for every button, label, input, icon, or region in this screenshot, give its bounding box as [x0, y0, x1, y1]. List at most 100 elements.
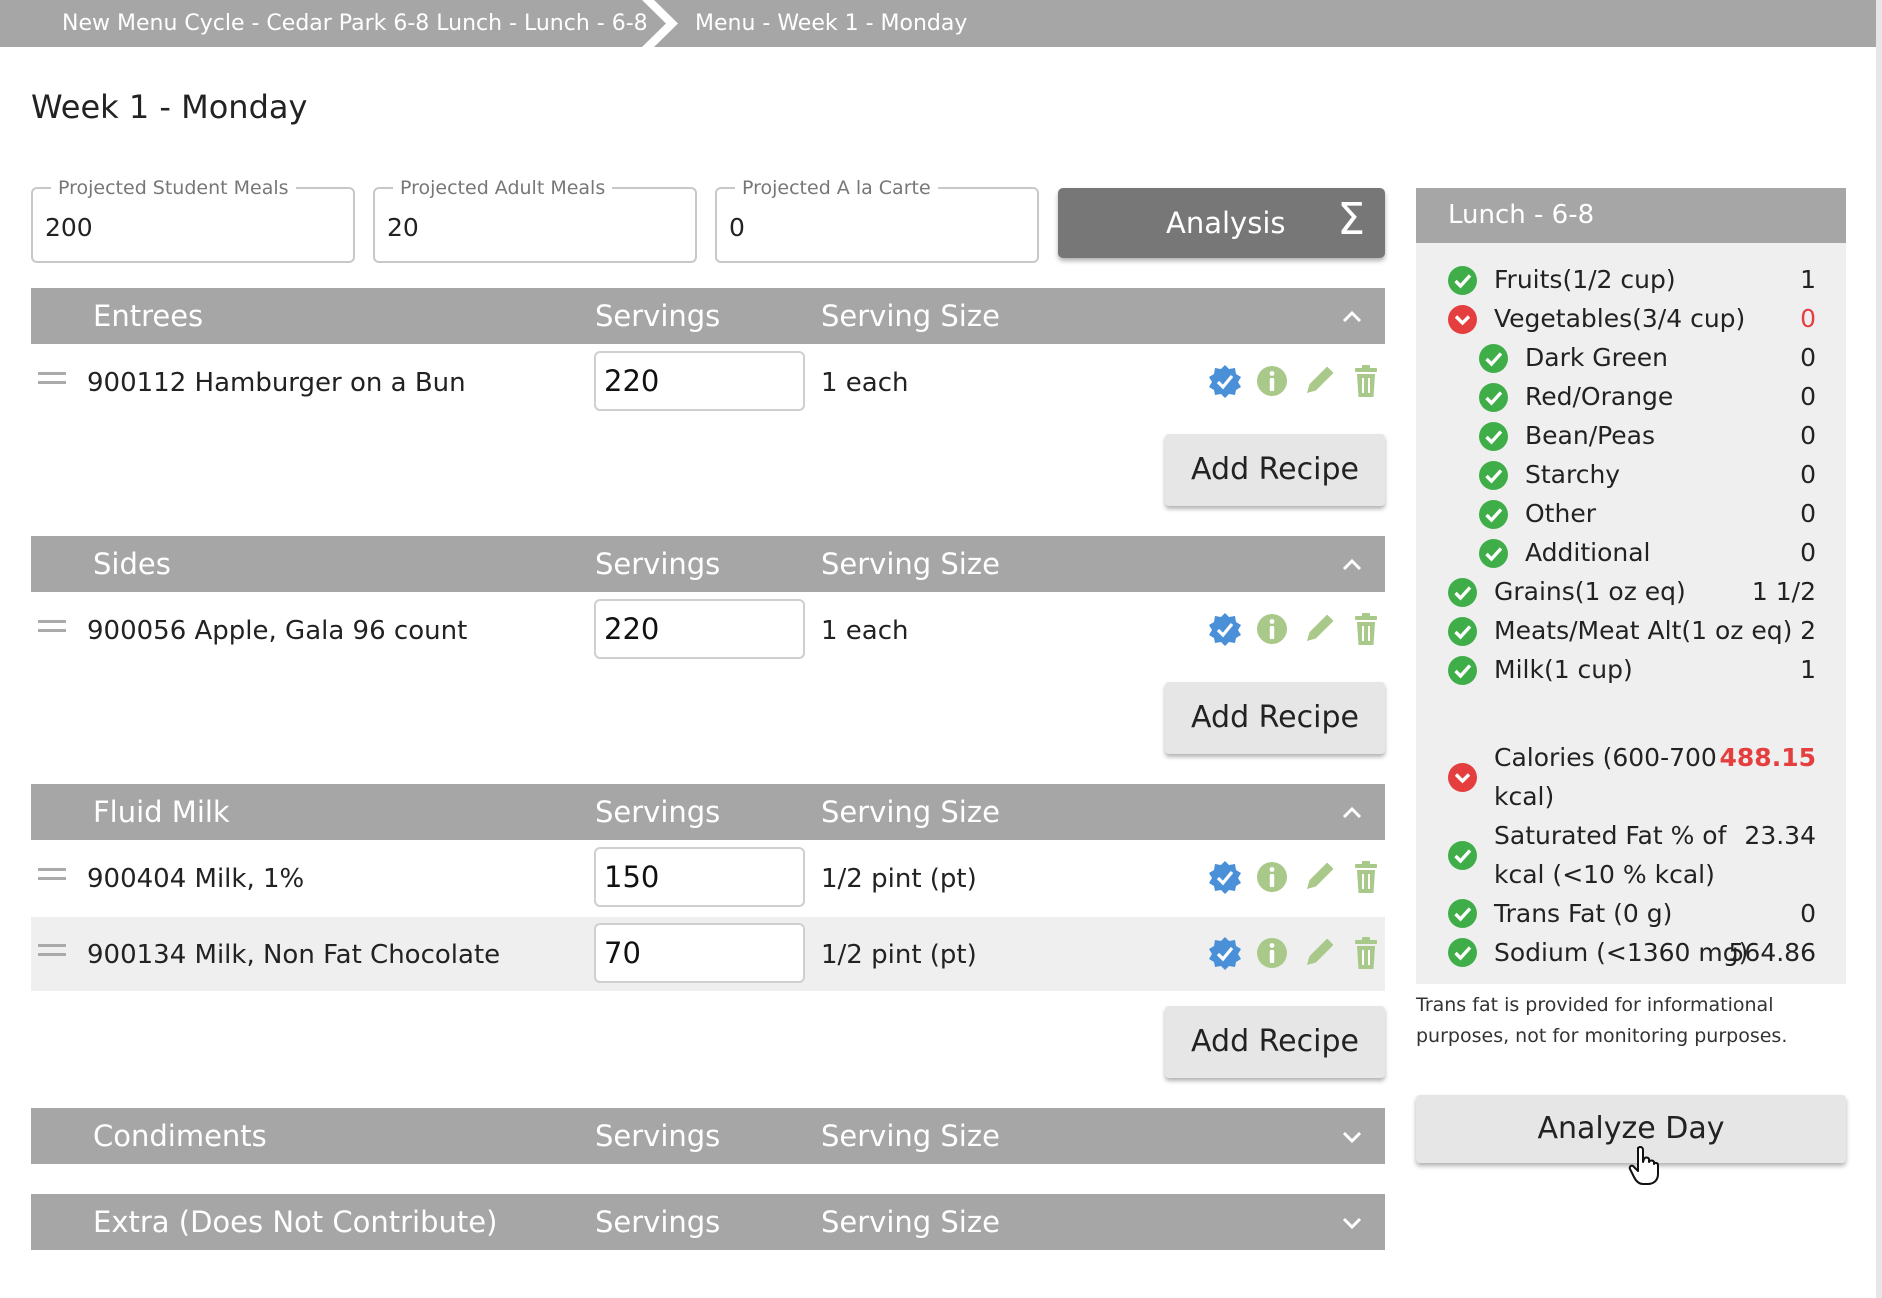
component-row: Red/Orange 0: [1416, 378, 1846, 417]
servings-input[interactable]: [594, 923, 805, 983]
breadcrumb-item-menu-cycle[interactable]: New Menu Cycle - Cedar Park 6-8 Lunch - …: [62, 0, 648, 47]
component-row: Meats/Meat Alt(1 oz eq) 2: [1416, 612, 1846, 651]
drag-handle-icon[interactable]: [38, 372, 66, 390]
check-circle-icon: [1447, 265, 1478, 296]
projected-student-meals-value[interactable]: 200: [45, 213, 93, 242]
table-row: 900056 Apple, Gala 96 count 1 each: [31, 593, 1385, 667]
check-circle-icon: [1478, 382, 1509, 413]
projected-alacarte-field[interactable]: Projected A la Carte 0: [715, 177, 1039, 263]
component-value: 0: [1800, 499, 1816, 528]
meal-pattern-panel: Lunch - 6-8 Fruits(1/2 cup) 1 Vegetables(3…: [1416, 188, 1846, 984]
add-recipe-button-fluid-milk[interactable]: Add Recipe: [1165, 1006, 1385, 1078]
component-value: 0: [1800, 382, 1816, 411]
component-label: Other: [1525, 499, 1596, 528]
edit-pencil-icon[interactable]: [1300, 934, 1338, 972]
info-icon[interactable]: [1253, 362, 1291, 400]
section-header-fluid-milk[interactable]: Fluid Milk Servings Serving Size: [31, 784, 1385, 840]
trash-icon[interactable]: [1347, 610, 1385, 648]
component-row: Fruits(1/2 cup) 1: [1416, 261, 1846, 300]
servings-input[interactable]: [594, 847, 805, 907]
section-header-condiments[interactable]: Condiments Servings Serving Size: [31, 1108, 1385, 1164]
servings-input[interactable]: [594, 599, 805, 659]
verified-badge-icon[interactable]: [1206, 858, 1244, 896]
nutrient-label: Sodium (<1360 mg): [1494, 938, 1749, 967]
component-row: Additional 0: [1416, 534, 1846, 573]
projected-adult-meals-value[interactable]: 20: [387, 213, 419, 242]
drag-handle-icon[interactable]: [38, 944, 66, 962]
projected-adult-meals-field[interactable]: Projected Adult Meals 20: [373, 177, 697, 263]
projected-student-meals-field[interactable]: Projected Student Meals 200: [31, 177, 355, 263]
trash-icon[interactable]: [1347, 934, 1385, 972]
analysis-button[interactable]: Analysis Σ: [1058, 188, 1385, 258]
edit-pencil-icon[interactable]: [1300, 858, 1338, 896]
verified-badge-icon[interactable]: [1206, 610, 1244, 648]
analysis-button-label: Analysis: [1166, 206, 1286, 240]
panel-title: Lunch - 6-8: [1448, 200, 1595, 230]
nutrient-label: Calories (600-700 kcal): [1494, 743, 1717, 811]
add-recipe-button-sides[interactable]: Add Recipe: [1165, 682, 1385, 754]
section-header-sides[interactable]: Sides Servings Serving Size: [31, 536, 1385, 592]
recipe-name: 900404 Milk, 1%: [87, 864, 305, 894]
column-serving-size: Serving Size: [821, 1205, 1000, 1239]
check-circle-icon: [1447, 577, 1478, 608]
recipe-name: 900112 Hamburger on a Bun: [87, 368, 466, 398]
column-servings: Servings: [595, 795, 721, 829]
table-row: 900112 Hamburger on a Bun 1 each: [31, 345, 1385, 419]
trash-icon[interactable]: [1347, 858, 1385, 896]
info-icon[interactable]: [1253, 934, 1291, 972]
column-serving-size: Serving Size: [821, 299, 1000, 333]
serving-size: 1 each: [821, 616, 909, 646]
section-title: Sides: [93, 547, 171, 581]
section-header-entrees[interactable]: Entrees Servings Serving Size: [31, 288, 1385, 344]
hand-cursor-icon: [1628, 1146, 1659, 1185]
nutrient-value: 564.86: [1728, 938, 1816, 967]
component-label: Red/Orange: [1525, 382, 1674, 411]
page-scrollbar[interactable]: [1876, 0, 1882, 1298]
edit-pencil-icon[interactable]: [1300, 610, 1338, 648]
page-title: Week 1 - Monday: [31, 88, 308, 126]
drag-handle-icon[interactable]: [38, 620, 66, 638]
component-label: Additional: [1525, 538, 1651, 567]
chevron-down-icon[interactable]: [1341, 1194, 1363, 1268]
column-serving-size: Serving Size: [821, 1119, 1000, 1153]
breadcrumb-item-menu-day[interactable]: Menu - Week 1 - Monday: [695, 0, 967, 47]
info-icon[interactable]: [1253, 858, 1291, 896]
component-label: Dark Green: [1525, 343, 1668, 372]
nutrient-value: 0: [1800, 899, 1816, 928]
check-circle-icon: [1478, 421, 1509, 452]
component-value: 0: [1800, 460, 1816, 489]
nutrient-value: 23.34: [1744, 821, 1816, 850]
check-circle-icon: [1478, 343, 1509, 374]
servings-input[interactable]: [594, 351, 805, 411]
recipe-name: 900134 Milk, Non Fat Chocolate: [87, 940, 501, 970]
component-label: Milk(1 cup): [1494, 655, 1633, 684]
chevron-down-icon[interactable]: [1341, 1108, 1363, 1182]
info-icon[interactable]: [1253, 610, 1291, 648]
column-servings: Servings: [595, 547, 721, 581]
component-label: Grains(1 oz eq): [1494, 577, 1686, 606]
table-row: 900404 Milk, 1% 1/2 pint (pt): [31, 841, 1385, 915]
nutrient-value: 488.15: [1719, 743, 1816, 772]
section-title: Extra (Does Not Contribute): [93, 1205, 498, 1239]
edit-pencil-icon[interactable]: [1300, 362, 1338, 400]
check-circle-icon: [1478, 538, 1509, 569]
table-row: 900134 Milk, Non Fat Chocolate 1/2 pint …: [31, 917, 1385, 991]
check-circle-icon: [1447, 616, 1478, 647]
trash-icon[interactable]: [1347, 362, 1385, 400]
verified-badge-icon[interactable]: [1206, 934, 1244, 972]
verified-badge-icon[interactable]: [1206, 362, 1244, 400]
add-recipe-button-entrees[interactable]: Add Recipe: [1165, 434, 1385, 506]
check-circle-icon: [1447, 840, 1478, 871]
component-row: Other 0: [1416, 495, 1846, 534]
projected-alacarte-value[interactable]: 0: [729, 213, 745, 242]
serving-size: 1 each: [821, 368, 909, 398]
nutrient-label: Saturated Fat % of kcal (<10 % kcal): [1494, 821, 1727, 889]
section-header-extra[interactable]: Extra (Does Not Contribute) Servings Ser…: [31, 1194, 1385, 1250]
column-servings: Servings: [595, 299, 721, 333]
component-row: Dark Green 0: [1416, 339, 1846, 378]
drag-handle-icon[interactable]: [38, 868, 66, 886]
warning-circle-icon: [1447, 762, 1478, 793]
component-value: 0: [1800, 304, 1816, 333]
component-label: Starchy: [1525, 460, 1621, 489]
component-label: Bean/Peas: [1525, 421, 1656, 450]
